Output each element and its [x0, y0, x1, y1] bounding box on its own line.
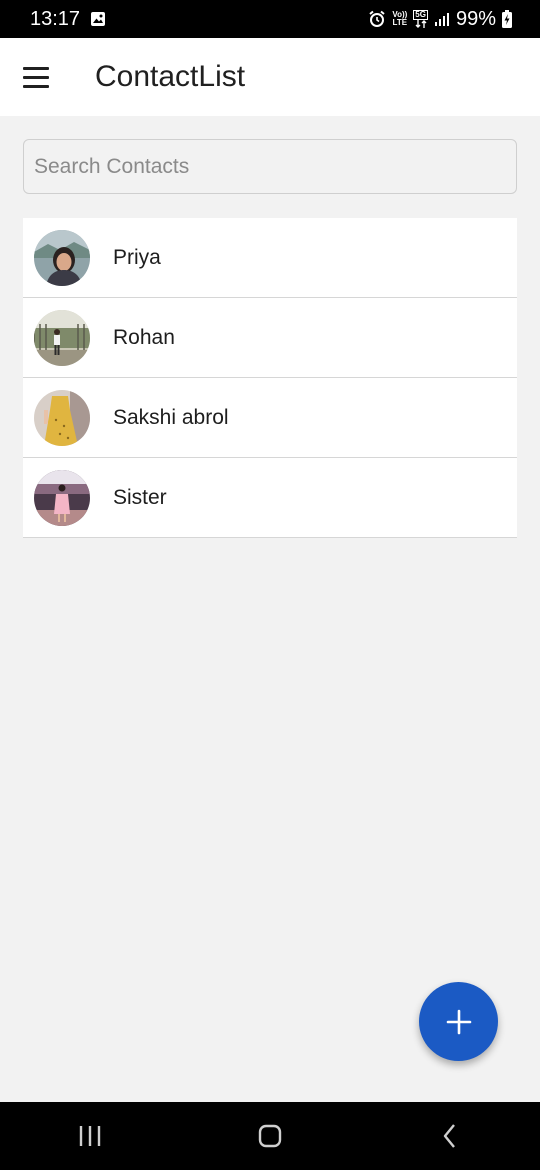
list-item[interactable]: Priya: [23, 218, 517, 298]
contact-name: Sakshi abrol: [113, 405, 229, 429]
back-button[interactable]: [410, 1102, 490, 1170]
avatar: [34, 309, 90, 366]
home-button[interactable]: [230, 1102, 310, 1170]
back-chevron-icon: [443, 1124, 455, 1148]
battery-percent: 99%: [455, 7, 496, 30]
signal-icon: [434, 11, 450, 27]
status-time: 13:17: [30, 7, 81, 30]
five-g-label: 5G: [413, 10, 428, 20]
system-navigation-bar: [0, 1102, 540, 1170]
page-title: ContactList: [95, 60, 246, 93]
gallery-notification-icon: [90, 11, 106, 27]
list-item[interactable]: Rohan: [23, 298, 517, 378]
avatar: [34, 389, 90, 446]
app-bar: ContactList: [0, 38, 540, 116]
contact-name: Priya: [113, 245, 161, 269]
volte-icon: Vo)) LTE: [392, 11, 407, 27]
plus-icon: [446, 1009, 471, 1034]
menu-button[interactable]: [0, 38, 72, 116]
list-item[interactable]: Sister: [23, 458, 517, 538]
recent-apps-button[interactable]: [50, 1102, 130, 1170]
recent-apps-icon: [79, 1126, 101, 1146]
search-input[interactable]: [23, 139, 517, 194]
home-icon: [258, 1124, 282, 1148]
avatar: [34, 229, 90, 286]
battery-charging-icon: [502, 10, 512, 28]
add-contact-button[interactable]: [419, 982, 498, 1061]
list-item[interactable]: Sakshi abrol: [23, 378, 517, 458]
contact-name: Rohan: [113, 325, 175, 349]
volte-bottom-label: LTE: [392, 18, 408, 27]
hamburger-menu-icon: [23, 64, 49, 91]
status-bar: 13:17 Vo)) LTE 5G 99%: [0, 0, 540, 38]
five-g-icon: 5G: [413, 10, 428, 28]
alarm-icon: [368, 10, 386, 28]
avatar: [34, 469, 90, 526]
contact-list: Priya Rohan Sakshi abrol Sister: [23, 218, 517, 538]
contact-name: Sister: [113, 485, 167, 509]
